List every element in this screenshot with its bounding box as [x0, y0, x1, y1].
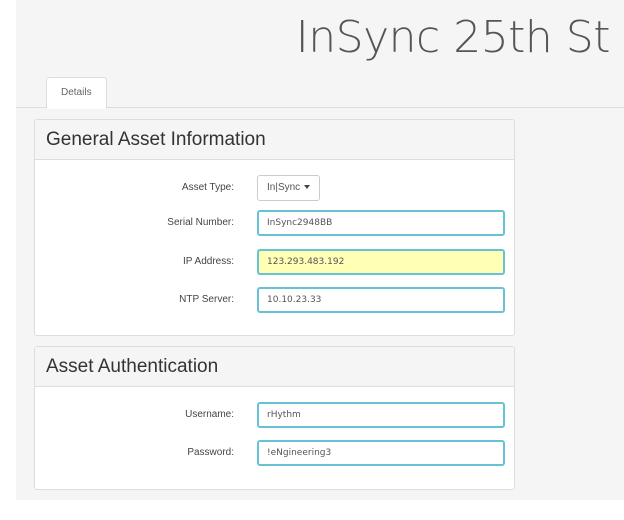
- tab-bar: Details: [16, 77, 624, 109]
- ip-address-label: IP Address:: [183, 256, 234, 267]
- serial-number-input[interactable]: [257, 210, 505, 236]
- page-container: InSync 25th St Details General Asset Inf…: [16, 0, 624, 500]
- caret-down-icon: [304, 185, 311, 190]
- serial-number-row: Serial Number:: [35, 210, 514, 236]
- asset-type-value: In|Sync: [267, 182, 301, 193]
- ntp-server-row: NTP Server:: [35, 287, 514, 313]
- password-input[interactable]: [257, 440, 505, 466]
- username-row: Username:: [35, 402, 514, 428]
- asset-type-dropdown[interactable]: In|Sync: [257, 175, 321, 201]
- tab-details[interactable]: Details: [46, 77, 107, 109]
- password-row: Password:: [35, 440, 514, 466]
- asset-type-label: Asset Type:: [181, 182, 234, 193]
- serial-number-label: Serial Number:: [167, 217, 234, 228]
- asset-type-row: Asset Type: In|Sync: [35, 175, 514, 201]
- ntp-server-input[interactable]: [257, 287, 505, 313]
- asset-authentication-heading: Asset Authentication: [35, 347, 514, 387]
- password-label: Password:: [187, 447, 234, 458]
- ip-address-row: IP Address:: [35, 249, 514, 275]
- username-input[interactable]: [257, 402, 505, 428]
- ntp-server-label: NTP Server:: [179, 294, 234, 305]
- asset-authentication-panel: Asset Authentication Username: Password:: [34, 346, 515, 490]
- ip-address-input[interactable]: [257, 249, 505, 275]
- page-title: InSync 25th St: [295, 12, 611, 63]
- username-label: Username:: [185, 409, 234, 420]
- general-asset-heading: General Asset Information: [35, 120, 514, 160]
- general-asset-panel: General Asset Information Asset Type: In…: [34, 119, 515, 336]
